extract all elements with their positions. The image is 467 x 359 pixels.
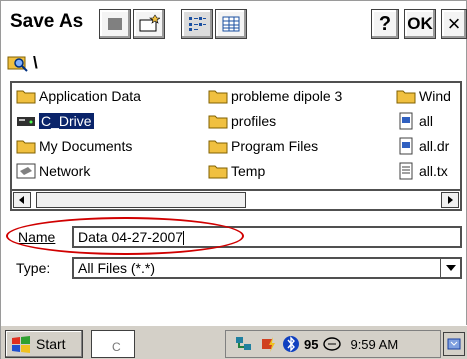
sync-icon[interactable] bbox=[322, 336, 342, 352]
up-folder-icon bbox=[108, 18, 122, 30]
windows-logo-icon bbox=[12, 336, 30, 353]
start-label: Start bbox=[36, 336, 66, 352]
right-arrow-icon bbox=[448, 196, 453, 204]
list-item[interactable]: probleme dipole 3 bbox=[208, 85, 342, 107]
list-item[interactable]: Wind bbox=[396, 85, 451, 107]
scroll-left-button[interactable] bbox=[13, 192, 31, 208]
file-list[interactable]: Application Data C_Drive My Documents Ne… bbox=[10, 81, 462, 191]
left-arrow-icon bbox=[19, 196, 24, 204]
list-item[interactable]: Program Files bbox=[208, 135, 318, 157]
folder-icon bbox=[396, 90, 416, 104]
folder-icon bbox=[16, 140, 36, 154]
list-item[interactable]: all.dr bbox=[396, 135, 449, 157]
list-item[interactable]: profiles bbox=[208, 110, 276, 132]
name-input[interactable]: Data 04-27-2007 bbox=[72, 226, 462, 248]
new-folder-button[interactable] bbox=[133, 9, 165, 39]
dialog-title: Save As bbox=[10, 11, 84, 32]
path-bar: \ bbox=[7, 51, 38, 75]
list-item[interactable]: Application Data bbox=[16, 85, 141, 107]
title-bar: Save As ? OK × bbox=[1, 1, 467, 47]
text-caret bbox=[183, 231, 185, 246]
details-view-button[interactable] bbox=[215, 9, 247, 39]
list-item[interactable]: all.tx bbox=[396, 160, 448, 182]
type-label: Type: bbox=[16, 260, 51, 276]
tray-number: 95 bbox=[304, 336, 319, 352]
details-view-icon bbox=[222, 16, 240, 32]
scroll-right-button[interactable] bbox=[441, 192, 459, 208]
name-input-value: Data 04-27-2007 bbox=[78, 229, 184, 245]
ok-button[interactable]: OK bbox=[404, 9, 436, 39]
close-button[interactable]: × bbox=[441, 9, 467, 39]
folder-icon bbox=[208, 90, 228, 104]
taskbar: Start C 95 9:59 AM bbox=[1, 325, 467, 359]
start-button[interactable]: Start bbox=[5, 330, 83, 358]
folder-icon bbox=[16, 90, 36, 104]
list-view-button[interactable] bbox=[181, 9, 213, 39]
list-item[interactable]: My Documents bbox=[16, 135, 132, 157]
task-button[interactable]: C bbox=[91, 330, 135, 358]
folder-icon bbox=[208, 115, 228, 129]
type-select-value: All Files (*.*) bbox=[78, 260, 156, 276]
connectivity-icon[interactable] bbox=[234, 335, 256, 353]
file-icon bbox=[399, 112, 413, 130]
type-select[interactable]: All Files (*.*) bbox=[72, 257, 462, 279]
drive-icon bbox=[17, 117, 35, 126]
folder-icon bbox=[208, 140, 228, 154]
dropdown-arrow-icon[interactable] bbox=[440, 259, 460, 277]
battery-icon[interactable] bbox=[260, 335, 278, 353]
horizontal-scrollbar[interactable] bbox=[10, 189, 462, 211]
file-icon bbox=[399, 137, 413, 155]
search-folder-icon bbox=[7, 56, 28, 72]
network-icon bbox=[16, 163, 36, 179]
name-label: Name bbox=[18, 229, 56, 245]
system-tray: 95 9:59 AM bbox=[225, 330, 441, 358]
help-button[interactable]: ? bbox=[371, 9, 399, 39]
current-path: \ bbox=[33, 53, 38, 72]
bluetooth-icon[interactable] bbox=[282, 335, 300, 353]
up-folder-button[interactable] bbox=[99, 9, 131, 39]
list-item[interactable]: Temp bbox=[208, 160, 265, 182]
desktop-button[interactable] bbox=[443, 332, 465, 356]
save-as-dialog: Save As ? OK × \ Application Data C_Driv… bbox=[0, 0, 467, 359]
list-item[interactable]: C_Drive bbox=[16, 110, 94, 132]
scroll-thumb[interactable] bbox=[36, 192, 246, 208]
clock[interactable]: 9:59 AM bbox=[350, 337, 398, 352]
list-item[interactable]: all bbox=[396, 110, 433, 132]
folder-icon bbox=[208, 165, 228, 179]
text-file-icon bbox=[399, 162, 413, 180]
list-view-icon bbox=[189, 17, 206, 31]
list-item[interactable]: Network bbox=[16, 160, 90, 182]
new-folder-icon bbox=[139, 14, 160, 32]
desktop-icon bbox=[447, 338, 461, 350]
